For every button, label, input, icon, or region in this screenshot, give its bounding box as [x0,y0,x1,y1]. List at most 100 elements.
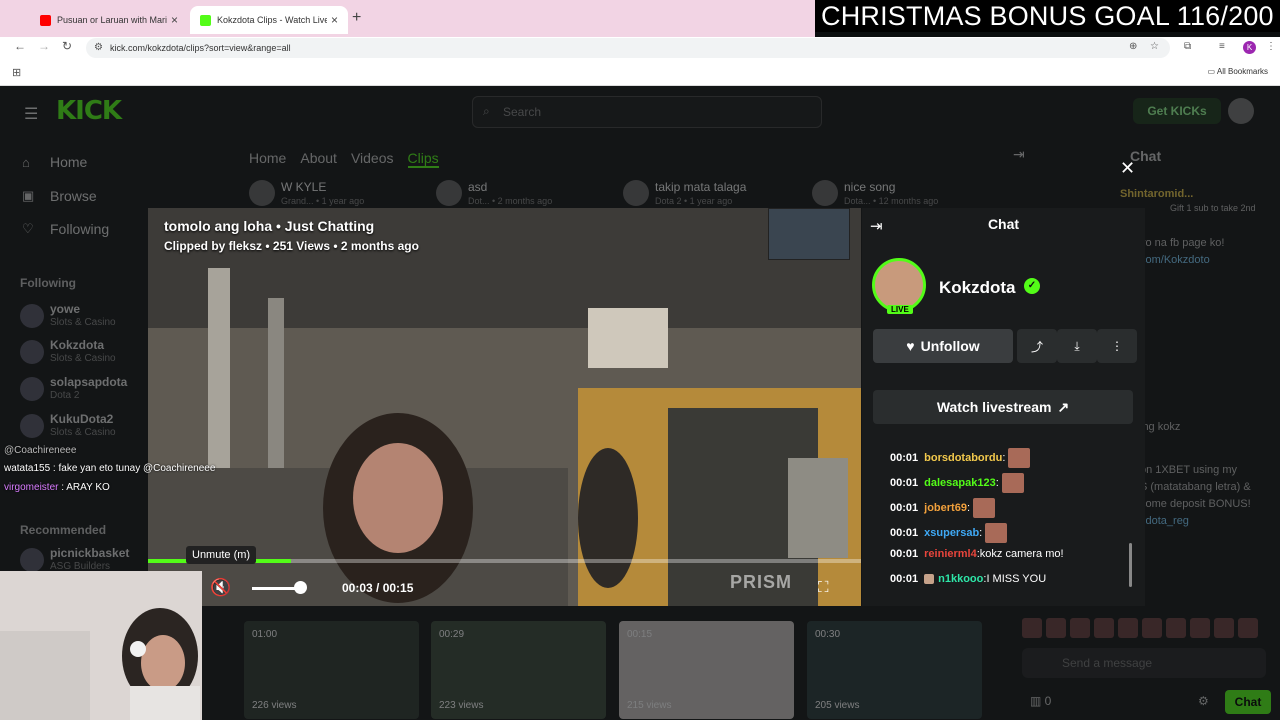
unmute-tooltip: Unmute (m) [186,546,257,564]
volume-handle[interactable] [294,581,307,594]
menu-icon[interactable]: ⋮ [1266,41,1276,52]
extensions-icon[interactable]: ⧉ [1184,41,1191,52]
channel-name[interactable]: Kokzdota [939,278,1016,298]
chat-message: 00:01 dalesapak123: [890,473,1024,493]
avatar [812,180,838,206]
hamburger-icon[interactable]: ☰ [24,104,38,124]
search-input[interactable]: ⌕ Search [472,96,822,128]
avatar [20,304,44,328]
clip-card[interactable]: W KYLE Grand... • 1 year ago [249,176,424,206]
get-kicks-button[interactable]: Get KICKs [1133,98,1221,124]
following-heading: Following [20,276,76,290]
message-time: 00:01 [890,502,919,514]
avatar[interactable] [1228,98,1254,124]
forward-icon[interactable]: → [38,39,50,53]
clip-meta: Dota... • 12 months ago [844,196,939,206]
kick-logo[interactable]: KICK [56,96,122,126]
message-user[interactable]: borsdotabordu [924,452,1002,464]
tab-home[interactable]: Home [249,150,286,168]
chat-messages: Shintaromid... Gift 1 sub to take 2nd yo… [1120,186,1280,530]
sidebar-item-browse[interactable]: ▣ Browse [22,188,97,204]
emote-icon [985,523,1008,543]
unfollow-button[interactable]: ♥ Unfollow [873,329,1013,363]
clip-player[interactable]: tomolo ang loha • Just Chatting Clipped … [148,208,861,606]
all-bookmarks[interactable]: ▭ All Bookmarks [1208,67,1268,76]
chat-scrollbar[interactable] [1129,543,1132,587]
kicks-icon[interactable]: ▥ 0 [1030,694,1051,708]
zoom-icon[interactable]: ⊕ [1129,41,1137,52]
mute-icon[interactable]: 🔇 [210,578,231,598]
clip-card[interactable]: takip mata talaga Dota 2 • 1 year ago [623,176,798,206]
clip-meta: Clipped by fleksz • 251 Views • 2 months… [164,239,419,253]
chat-line: come deposit BONUS! [1140,498,1251,510]
message-separator: : [995,477,999,489]
channel-name: picnickbasket [50,546,130,560]
clip-thumbnail[interactable]: 00:30 205 views [807,621,982,719]
clip-chat-panel: ⇥ Chat LIVE Kokzdota ✓ ♥ Unfollow ⤴ ⤓ ⋮ W… [862,208,1145,606]
tab-clips[interactable]: Clips [407,150,439,168]
send-chat-button[interactable]: Chat [1225,690,1271,714]
clip-thumbnail[interactable]: 01:00 226 views [244,621,419,719]
clip-thumbnail[interactable]: 00:15 215 views [619,621,794,719]
message-separator: : [966,502,970,514]
youtube-icon [40,14,51,26]
streamer-webcam [0,571,202,720]
clip-views: 215 views [627,700,672,711]
message-text: kokz camera mo! [979,548,1064,560]
channel-name: Kokzdota [50,338,104,352]
chat-message: 00:01 n1kkooo: I MISS YOU [890,573,1046,585]
kicks-count: 0 [1044,694,1052,708]
message-user[interactable]: n1kkooo [938,573,983,585]
share-button[interactable]: ⤴ [1017,329,1057,363]
message-user[interactable]: dalesapak123 [924,477,996,489]
sidebar-item-home[interactable]: ⌂ Home [22,154,87,170]
more-button[interactable]: ⋮ [1097,329,1137,363]
chat-line: zdota_reg [1140,515,1189,527]
clip-meta: Dota 2 • 1 year ago [655,196,733,206]
channel-avatar[interactable] [872,258,926,312]
message-user[interactable]: jobert69 [924,502,967,514]
watch-livestream-button[interactable]: Watch livestream ↗ [873,390,1133,424]
close-tab-icon[interactable]: × [331,13,338,27]
settings-icon[interactable]: ⚙ [1198,694,1209,708]
streamer-camera [768,208,850,260]
reload-icon[interactable]: ↻ [62,39,72,53]
emote-icon [1008,448,1031,468]
new-tab-button[interactable]: + [352,9,361,27]
sidebar-item-following[interactable]: ♡ Following [22,221,109,237]
sidebar-item-label: Browse [50,188,97,204]
apps-grid-icon[interactable]: ⊞ [12,66,21,79]
browser-toolbar: ← → ↻ ⚙ kick.com/kokzdota/clips?sort=vie… [0,37,1280,59]
tab-youtube[interactable]: Pusuan or Laruan with Marion A × [30,6,188,34]
time-display: 00:03 / 00:15 [342,581,414,595]
tab-videos[interactable]: Videos [351,150,394,168]
media-icon[interactable]: ≡ [1219,41,1225,52]
back-icon[interactable]: ← [14,39,26,53]
sidebar-item-label: Following [50,221,110,237]
chat-message: 00:01 reinierml4: kokz camera mo! [890,548,1064,560]
address-bar[interactable]: ⚙ kick.com/kokzdota/clips?sort=view&rang… [86,38,1170,58]
collapse-chat-icon[interactable]: ⇥ [1013,146,1025,163]
user-badge-icon [924,574,935,584]
clip-thumbnail[interactable]: 00:29 223 views [431,621,606,719]
clip-card[interactable]: nice song Dota... • 12 months ago [812,176,987,206]
clip-title: W KYLE [281,180,327,194]
clip-card[interactable]: asd Dot... • 2 months ago [436,176,611,206]
site-info-icon[interactable]: ⚙ [94,42,103,53]
close-tab-icon[interactable]: × [171,13,178,27]
browser-tab-bar: Pusuan or Laruan with Marion A × Kokzdot… [0,0,815,37]
volume-slider[interactable] [252,587,300,590]
profile-avatar[interactable]: K [1243,41,1256,54]
download-button[interactable]: ⤓ [1057,329,1097,363]
bookmark-star-icon[interactable]: ☆ [1150,41,1159,52]
tab-about[interactable]: About [300,150,337,168]
message-user[interactable]: reinierml4 [924,548,977,560]
send-message-input[interactable]: Send a message [1022,648,1266,678]
chat-message: 00:01 xsupersab: [890,523,1008,543]
message-user[interactable]: xsupersab [924,527,979,539]
tab-kick-clips[interactable]: Kokzdota Clips - Watch Live on × [190,6,348,34]
stream-chat-user: watata155 [4,463,51,474]
fullscreen-icon[interactable]: ⛶ [818,579,829,596]
channel-name: yowe [50,302,81,316]
close-modal-icon[interactable]: ✕ [1120,158,1135,179]
